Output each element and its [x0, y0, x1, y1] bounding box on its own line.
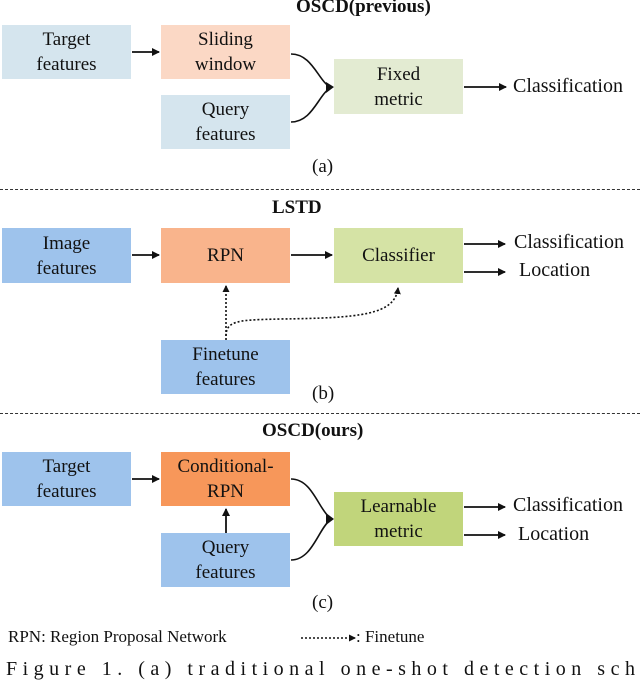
connectors-layer — [132, 48, 507, 642]
curve-sliding-to-merge-a — [290, 53, 331, 88]
curve-crpn-to-merge-c — [290, 478, 331, 519]
merge-arrowhead-c — [326, 513, 334, 525]
curve-query-to-merge-a — [290, 87, 331, 123]
curve-query-to-merge-c — [290, 519, 331, 561]
dotted-curve-finetune-to-classifier — [225, 287, 401, 337]
merge-arrowhead-a — [326, 82, 334, 93]
